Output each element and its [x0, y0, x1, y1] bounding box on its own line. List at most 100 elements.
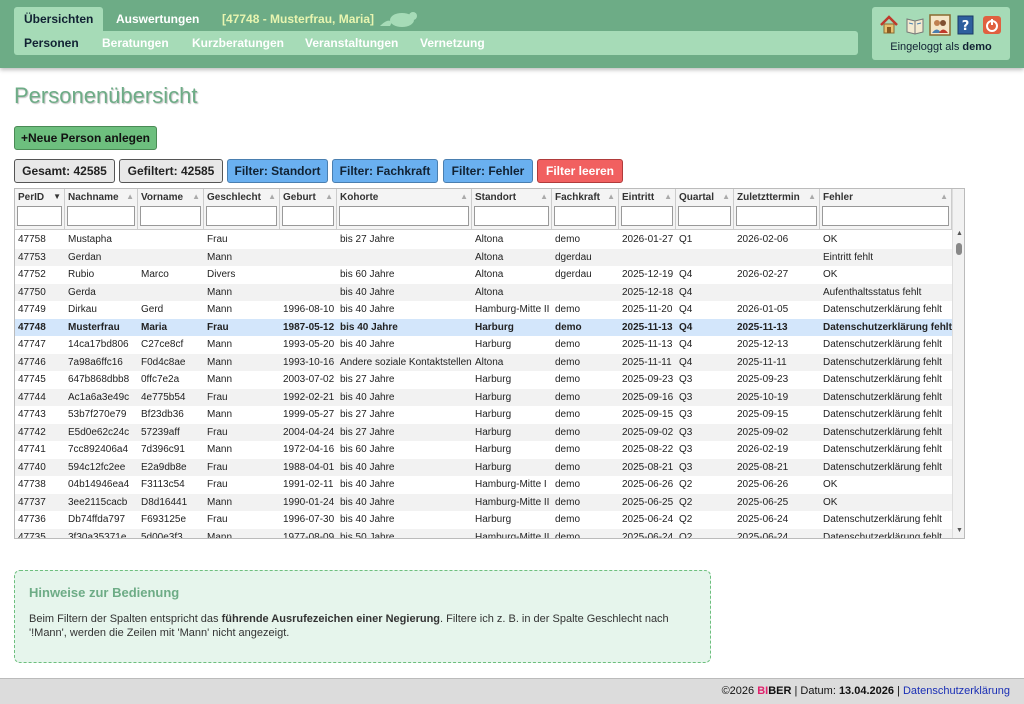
total-count-button[interactable]: Gesamt: 42585 — [14, 159, 115, 183]
privacy-policy-link[interactable]: Datenschutzerklärung — [903, 685, 1010, 697]
filter-input-geschlecht[interactable] — [206, 206, 277, 226]
sort-arrow-icon[interactable]: ▲ — [722, 192, 730, 201]
cell-zuletzttermin: 2025-10-19 — [737, 391, 789, 403]
scroll-down-arrow-icon[interactable]: ▼ — [956, 527, 963, 534]
cell-quartal: Q3 — [679, 444, 693, 455]
cell-geschlecht: Mann — [207, 409, 233, 420]
table-row[interactable]: 47753 Gerdan Mann Altona dgerdau Eintritt feh… — [15, 248, 952, 266]
home-icon[interactable] — [878, 14, 900, 36]
cell-fachkraft: demo — [555, 444, 581, 455]
column-header-quartal[interactable]: Quartal ▲ — [676, 189, 734, 230]
cell-kohorte: bis 27 Jahre — [340, 426, 395, 438]
filtered-count-button[interactable]: Gefiltert: 42585 — [119, 159, 223, 183]
table-row[interactable]: 47746 7a98a6ffc16 F0d4c8ae Mann 1993-10-16 An… — [15, 353, 952, 371]
table-row[interactable]: 47752 Rubio Marco Divers bis 60 Jahre Altona d… — [15, 266, 952, 284]
cell-quartal: Q2 — [679, 514, 693, 525]
sort-arrow-icon[interactable]: ▲ — [808, 192, 816, 201]
table-row[interactable]: 47758 Mustapha Frau bis 27 Jahre Altona demo 2… — [15, 231, 952, 249]
subnav-veranstaltungen[interactable]: Veranstaltungen — [305, 31, 398, 55]
table-row[interactable]: 47735 3f30a35371e 5d00e3f3 Mann 1977-08-09 bi… — [15, 528, 952, 539]
scroll-up-arrow-icon[interactable]: ▲ — [956, 230, 963, 237]
subnav-personen[interactable]: Personen — [24, 31, 79, 55]
filter-input-fachkraft[interactable] — [554, 206, 616, 226]
cell-zuletzttermin: 2025-06-25 — [737, 496, 789, 508]
column-header-eintritt[interactable]: Eintritt ▲ — [619, 189, 676, 230]
table-row[interactable]: 47744 Ac1a6a3e49c 4e775b54 Frau 1992-02-21 bi… — [15, 388, 952, 406]
column-header-geschlecht[interactable]: Geschlecht ▲ — [204, 189, 280, 230]
sort-arrow-icon[interactable]: ▲ — [268, 192, 276, 201]
tab-uebersichten[interactable]: Übersichten — [14, 7, 104, 32]
filter-input-vorname[interactable] — [140, 206, 201, 226]
logged-in-label: Eingeloggt als demo — [890, 41, 992, 53]
usage-hints-box: Hinweise zur Bedienung Beim Filtern der … — [14, 570, 711, 663]
column-header-nachname[interactable]: Nachname ▲ — [65, 189, 138, 230]
filter-input-perid[interactable] — [17, 206, 62, 226]
filter-input-kohorte[interactable] — [339, 206, 469, 226]
filter-specialist-button[interactable]: Filter: Fachkraft — [332, 159, 438, 183]
table-row[interactable]: 47748 Musterfrau Maria Frau 1987-05-12 bis 40… — [15, 318, 952, 336]
cell-quartal: Q1 — [679, 234, 693, 245]
cell-fehler: OK — [823, 234, 838, 245]
filter-input-fehler[interactable] — [822, 206, 949, 226]
cell-quartal: Q4 — [679, 356, 693, 368]
column-header-vorname[interactable]: Vorname ▲ — [138, 189, 204, 230]
cell-zuletzttermin: 2025-06-24 — [737, 514, 789, 525]
cell-fachkraft: dgerdau — [555, 251, 592, 263]
filter-input-quartal[interactable] — [678, 206, 731, 226]
filter-errors-button[interactable]: Filter: Fehler — [443, 159, 533, 183]
new-person-button[interactable]: +Neue Person anlegen — [14, 126, 157, 150]
column-header-fachkraft[interactable]: Fachkraft ▲ — [552, 189, 619, 230]
sort-arrow-icon[interactable]: ▲ — [325, 192, 333, 201]
table-row[interactable]: 47750 Gerda Mann bis 40 Jahre Altona 2025-12-… — [15, 283, 952, 301]
table-row[interactable]: 47738 04b14946ea4 F3113c54 Frau 1991-02-11 bi… — [15, 476, 952, 494]
table-row[interactable]: 47743 53b7f270e79 Bf23db36 Mann 1999-05-27 bi… — [15, 406, 952, 424]
cell-kohorte: bis 27 Jahre — [340, 409, 395, 420]
logout-icon[interactable] — [981, 14, 1003, 36]
cell-geschlecht: Frau — [207, 391, 228, 403]
table-row[interactable]: 47745 647b868dbb8 0ffc7e2a Mann 2003-07-02 bi… — [15, 371, 952, 389]
table-scrollbar[interactable]: ▲ ▼ — [952, 189, 964, 538]
cell-standort: Hamburg-Mitte II — [475, 496, 550, 508]
sort-arrow-icon[interactable]: ▲ — [126, 192, 134, 201]
column-header-kohorte[interactable]: Kohorte ▲ — [337, 189, 472, 230]
cell-quartal: Q4 — [679, 304, 693, 315]
cell-geburt: 1988-04-01 — [283, 461, 335, 473]
tab-auswertungen[interactable]: Auswertungen — [106, 7, 209, 31]
sort-arrow-icon[interactable]: ▲ — [540, 192, 548, 201]
column-header-geburt[interactable]: Geburt ▲ — [280, 189, 337, 230]
subnav-kurzberatungen[interactable]: Kurzberatungen — [192, 31, 284, 55]
cell-geburt: 1992-02-21 — [283, 391, 335, 403]
users-icon[interactable] — [929, 14, 951, 36]
sort-arrow-icon[interactable]: ▲ — [460, 192, 468, 201]
sort-arrow-icon[interactable]: ▲ — [192, 192, 200, 201]
scrollbar-thumb[interactable] — [956, 243, 962, 255]
filter-input-zuletzttermin[interactable] — [736, 206, 817, 226]
table-row[interactable]: 47741 7cc892406a4 7d396c91 Mann 1972-04-16 bi… — [15, 441, 952, 459]
subnav-beratungen[interactable]: Beratungen — [102, 31, 169, 55]
help-icon[interactable]: ? — [955, 14, 977, 36]
tab-current-person[interactable]: [47748 - Musterfrau, Maria] — [212, 7, 384, 31]
table-row[interactable]: 47747 14ca17bd806 C27ce8cf Mann 1993-05-20 bi… — [15, 336, 952, 354]
sort-arrow-icon[interactable]: ▼ — [53, 192, 61, 201]
cell-perid: 47735 — [18, 531, 46, 539]
table-row[interactable]: 47749 Dirkau Gerd Mann 1996-08-10 bis 40 Jahr… — [15, 301, 952, 319]
clear-filter-button[interactable]: Filter leeren — [537, 159, 623, 183]
book-icon[interactable] — [904, 14, 926, 36]
column-header-perid[interactable]: PerID ▼ — [15, 189, 65, 230]
column-header-standort[interactable]: Standort ▲ — [472, 189, 552, 230]
subnav-vernetzung[interactable]: Vernetzung — [420, 31, 485, 55]
column-header-zuletzttermin[interactable]: Zuletzttermin ▲ — [734, 189, 820, 230]
filter-location-button[interactable]: Filter: Standort — [227, 159, 328, 183]
table-row[interactable]: 47740 594c12fc2ee E2a9db8e Frau 1988-04-01 bi… — [15, 458, 952, 476]
sort-arrow-icon[interactable]: ▲ — [940, 192, 948, 201]
column-header-fehler[interactable]: Fehler ▲ — [820, 189, 952, 230]
filter-input-standort[interactable] — [474, 206, 549, 226]
table-row[interactable]: 47742 E5d0e62c24c 57239aff Frau 2004-04-24 bi… — [15, 423, 952, 441]
filter-input-nachname[interactable] — [67, 206, 135, 226]
filter-input-geburt[interactable] — [282, 206, 334, 226]
table-row[interactable]: 47736 Db74ffda797 F693125e Frau 1996-07-30 bi… — [15, 511, 952, 529]
sort-arrow-icon[interactable]: ▲ — [607, 192, 615, 201]
table-row[interactable]: 47737 3ee2115cacb D8d16441 Mann 1990-01-24 bi… — [15, 493, 952, 511]
sort-arrow-icon[interactable]: ▲ — [664, 192, 672, 201]
filter-input-eintritt[interactable] — [621, 206, 673, 226]
